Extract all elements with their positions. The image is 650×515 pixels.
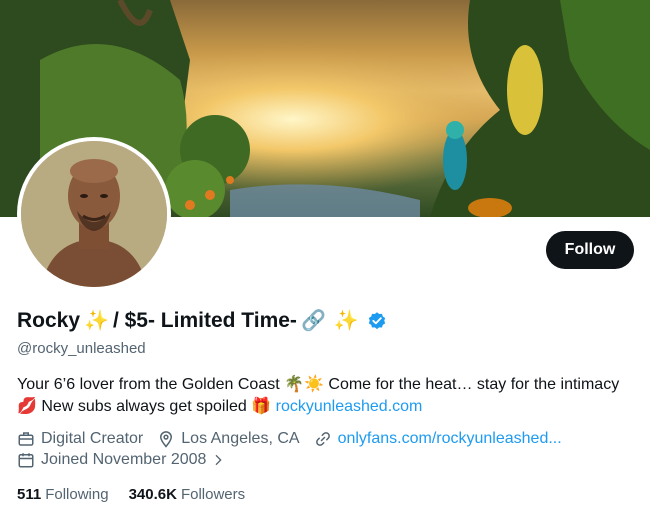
calendar-icon	[18, 453, 34, 468]
website-link[interactable]: onlyfans.com/rockyunleashed...	[338, 430, 562, 448]
display-name-row: Rocky ✨ / $5- Limited Time- 🔗 ✨	[17, 308, 387, 333]
link-emoji: 🔗	[300, 310, 326, 332]
category-label: Digital Creator	[41, 430, 144, 447]
chevron-right-icon	[215, 454, 223, 466]
avatar[interactable]	[21, 141, 167, 287]
sparkles-emoji: ✨	[84, 310, 109, 332]
avatar-ring	[17, 137, 171, 291]
follow-stats: 511 Following 340.6K Followers	[17, 486, 265, 503]
joined-row: Joined November 2008	[17, 451, 240, 469]
verified-badge-icon[interactable]	[367, 311, 387, 331]
following-label: Following	[45, 486, 109, 503]
sparkles-emoji-2: ✨	[333, 310, 359, 332]
display-name: Rocky	[17, 308, 81, 332]
category-item: Digital Creator	[17, 430, 143, 448]
briefcase-icon	[18, 432, 34, 446]
display-name-suffix: / $5- Limited Time-	[112, 308, 297, 332]
joined-label: Joined November 2008	[41, 451, 207, 468]
followers-count: 340.6K	[128, 486, 177, 503]
website-item[interactable]: onlyfans.com/rockyunleashed...	[314, 430, 562, 448]
avatar-photo	[21, 141, 167, 287]
follow-button[interactable]: Follow	[546, 231, 634, 269]
followers-label: Followers	[180, 486, 246, 503]
following-count: 511	[17, 486, 42, 503]
following-stat[interactable]: 511 Following	[17, 486, 109, 503]
link-icon	[315, 432, 330, 446]
followers-stat[interactable]: 340.6K Followers	[129, 486, 246, 503]
location-item: Los Angeles, CA	[157, 430, 300, 448]
joined-item[interactable]: Joined November 2008	[17, 451, 226, 469]
location-label: Los Angeles, CA	[181, 430, 300, 447]
profile-bio: Your 6’6 lover from the Golden Coast 🌴☀️…	[17, 374, 637, 418]
profile-meta-row: Digital Creator Los Angeles, CA onlyfans…	[17, 430, 576, 448]
bio-link[interactable]: rockyunleashed.com	[276, 398, 423, 415]
location-pin-icon	[160, 431, 173, 448]
username-handle: @rocky_unleashed	[17, 340, 146, 357]
